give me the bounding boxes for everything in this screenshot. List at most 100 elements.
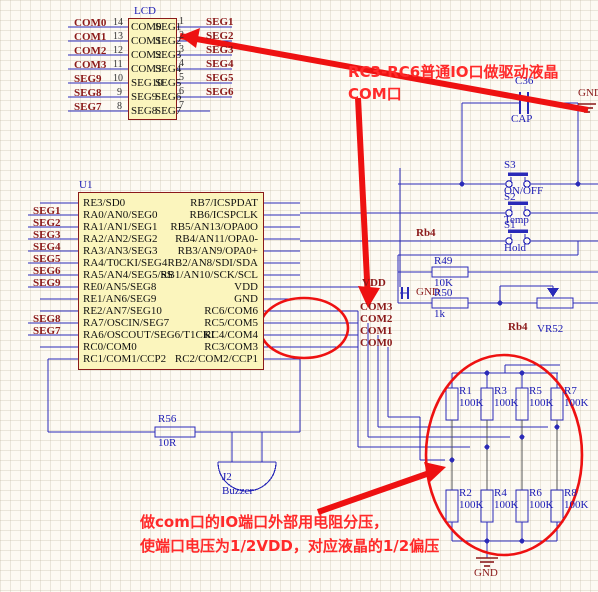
net-label-com1-u1: COM1 [360, 325, 393, 337]
net-label-gnd-topright: GND [578, 87, 598, 99]
lcd-pin-name-r-seg3: SEG3 [155, 49, 182, 61]
lcd-pinnum-13: 13 [113, 31, 123, 42]
r49-refdes: R49 [434, 255, 453, 267]
c36-value: CAP [511, 113, 533, 125]
lcd-pinnum-14: 14 [113, 17, 123, 28]
net-label-rb4-lower: Rb4 [508, 321, 528, 333]
r3-refdes: R3 [494, 385, 507, 397]
s1-refdes: S1 [504, 219, 516, 231]
net-label-seg3-lcd: SEG3 [206, 44, 234, 56]
net-label-seg4: SEG4 [33, 241, 61, 253]
net-label-com2: COM2 [74, 45, 107, 57]
r1-value: 100K [459, 397, 484, 409]
lcd-pinnum-4: 4 [179, 58, 184, 69]
lcd-refdes: LCD [134, 5, 156, 17]
r2-value: 100K [459, 499, 484, 511]
net-label-seg7-lcd: SEG7 [74, 101, 102, 113]
net-label-seg5: SEG5 [33, 253, 61, 265]
u1-pin-rc5: RC5/COM5 [204, 317, 258, 329]
lcd-pin-name-r-seg2: SEG2 [155, 35, 182, 47]
r50-refdes: R50 [434, 287, 453, 299]
net-label-gnd-bottom: GND [474, 567, 498, 579]
net-label-vdd: VDD [362, 277, 386, 289]
u1-pin-rc2: RC2/COM2/CCP1 [174, 353, 258, 365]
lcd-pin-name-seg8: SEG8 [131, 105, 158, 117]
u1-pin-vdd: VDD [234, 281, 258, 293]
net-label-seg5-lcd: SEG5 [206, 72, 234, 84]
lcd-pinnum-7: 7 [179, 100, 184, 111]
r56-refdes: R56 [158, 413, 177, 425]
lcd-pinnum-12: 12 [113, 45, 123, 56]
s2-refdes: S2 [504, 191, 516, 203]
r5-value: 100K [529, 397, 554, 409]
net-label-com0: COM0 [74, 17, 107, 29]
r5-refdes: R5 [529, 385, 542, 397]
lcd-pinnum-5: 5 [179, 72, 184, 83]
r4-refdes: R4 [494, 487, 507, 499]
vr52-refdes: VR52 [537, 323, 564, 335]
net-label-seg9: SEG9 [33, 277, 61, 289]
net-label-com1: COM1 [74, 31, 107, 43]
net-label-com0-u1: COM0 [360, 337, 393, 349]
net-label-seg7: SEG7 [33, 325, 61, 337]
net-label-seg2: SEG2 [33, 217, 61, 229]
net-label-seg8: SEG8 [33, 313, 61, 325]
annotation-top-line1: RC3-RC6普通IO口做驱动液晶 [348, 63, 559, 81]
lcd-pinnum-11: 11 [113, 59, 123, 70]
lcd-pin-name-seg9: SEG9 [131, 91, 158, 103]
lcd-pin-name-r-seg6: SEG6 [155, 91, 182, 103]
lcd-pin-name-r-seg4: SEG4 [155, 63, 182, 75]
net-label-seg1: SEG1 [33, 205, 61, 217]
r8-value: 100K [564, 499, 589, 511]
lcd-pin-name-r-seg5: SEG5 [155, 77, 182, 89]
r8-refdes: R8 [564, 487, 577, 499]
lcd-pinnum-3: 3 [179, 44, 184, 55]
net-label-seg6-lcd: SEG6 [206, 86, 234, 98]
net-label-seg2-lcd: SEG2 [206, 30, 234, 42]
net-label-seg3: SEG3 [33, 229, 61, 241]
r50-value: 1k [434, 308, 445, 320]
lcd-pinnum-8: 8 [117, 101, 122, 112]
r4-value: 100K [494, 499, 519, 511]
u1-pin-rb2: RB2/AN8/SDI/SDA [167, 257, 258, 269]
u1-refdes: U1 [79, 179, 93, 191]
u1-pin-rc6: RC6/COM6 [204, 305, 258, 317]
r6-refdes: R6 [529, 487, 542, 499]
s3-refdes: S3 [504, 159, 516, 171]
net-label-seg8-lcd: SEG8 [74, 87, 102, 99]
net-label-seg9-lcd: SEG9 [74, 73, 102, 85]
net-label-com3: COM3 [74, 59, 107, 71]
u1-pin-rb1: RB1/AN10/SCK/SCL [160, 269, 258, 281]
lcd-pin-name-r-seg7: SEG7 [155, 105, 182, 117]
u1-pin-rb5: RB5/AN13/OPA0O [170, 221, 258, 233]
r2-refdes: R2 [459, 487, 472, 499]
u1-pin-rb7: RB7/ICSPDAT [190, 197, 258, 209]
net-label-rb4-upper: Rb4 [416, 227, 436, 239]
u1-pin-rc3: RC3/COM3 [204, 341, 258, 353]
annotation-bottom-line2: 使端口电压为1/2VDD，对应液晶的1/2偏压 [140, 537, 440, 555]
r6-value: 100K [529, 499, 554, 511]
r7-value: 100K [564, 397, 589, 409]
net-label-seg6: SEG6 [33, 265, 61, 277]
lcd-pinnum-9: 9 [117, 87, 122, 98]
lcd-pin-name-r-seg1: SEG1 [155, 21, 182, 33]
j2-refdes: J2 [222, 471, 232, 483]
annotation-bottom-line1: 做com口的IO端口外部用电阻分压， [140, 513, 389, 531]
gnd-symbol-bottom [476, 557, 498, 567]
u1-pin-gnd: GND [234, 293, 258, 305]
lcd-pinnum-10: 10 [113, 73, 123, 84]
net-label-com2-u1: COM2 [360, 313, 393, 325]
j2-value: Buzzer [222, 485, 254, 497]
r7-refdes: R7 [564, 385, 577, 397]
net-label-seg4-lcd: SEG4 [206, 58, 234, 70]
lcd-pinnum-2: 2 [179, 30, 184, 41]
highlight-ellipse-com-pins [258, 296, 350, 360]
lcd-pinnum-1: 1 [179, 16, 184, 27]
net-label-seg1-lcd: SEG1 [206, 16, 234, 28]
callout-arrow-divider [317, 462, 446, 515]
u1-pin-rb3: RB3/AN9/OPA0+ [177, 245, 258, 257]
net-label-com3-u1: COM3 [360, 301, 393, 313]
u1-pin-rc0: RC0/COM0 [83, 341, 137, 353]
u1-pin-rb6: RB6/ICSPCLK [189, 209, 258, 221]
u1-pin-rb4: RB4/AN11/OPA0- [175, 233, 258, 245]
